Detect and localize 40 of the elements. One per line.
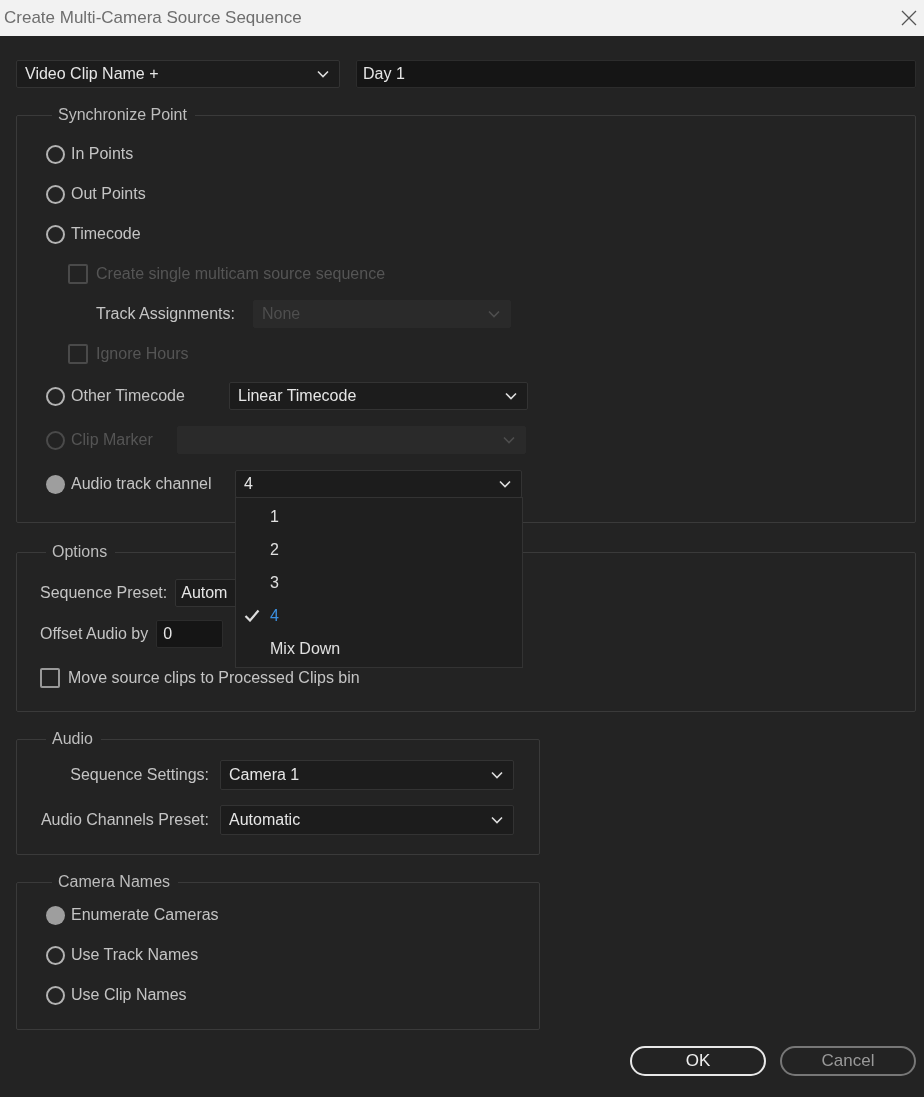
dropdown[interactable]: Camera 1	[220, 759, 514, 790]
chevron-down-icon	[491, 770, 503, 779]
radio-button[interactable]: Other Timecode	[46, 386, 229, 406]
ok-button[interactable]: OK	[630, 1046, 766, 1076]
field-label: Track Assignments:	[96, 305, 235, 323]
input-field[interactable]: 0	[156, 620, 224, 648]
menu-item[interactable]: 1	[236, 500, 522, 533]
cancel-button[interactable]: Cancel	[780, 1046, 916, 1076]
chevron-down-icon	[499, 480, 511, 488]
menu-item[interactable]: 3	[236, 566, 522, 599]
dropdown[interactable]: Linear Timecode	[229, 382, 528, 410]
radio-button[interactable]: Use Clip Names	[46, 985, 187, 1005]
dropdown[interactable]: Video Clip Name +	[16, 60, 340, 88]
radio-button[interactable]: Out Points	[46, 184, 146, 204]
radio-button[interactable]: Audio track channel	[46, 474, 235, 494]
radio-button[interactable]: Use Track Names	[46, 945, 199, 965]
group-title: Audio	[51, 730, 94, 748]
menu-item[interactable]: Mix Down	[236, 632, 522, 665]
field-label: Audio Channels Preset:	[40, 810, 209, 829]
chevron-down-icon	[505, 392, 517, 400]
menu-item[interactable]: 4	[236, 599, 522, 632]
chevron-down-icon	[491, 815, 503, 824]
checkmark-icon	[244, 609, 260, 622]
group-title: Options	[51, 543, 109, 561]
window-title: Create Multi-Camera Source Sequence	[4, 8, 302, 28]
group-title: Camera Names	[57, 873, 172, 891]
menu-item[interactable]: 2	[236, 533, 522, 566]
field-label: Offset Audio by	[40, 625, 149, 643]
checkbox[interactable]: Move source clips to Processed Clips bin	[40, 668, 360, 688]
field-label: Sequence Preset:	[40, 584, 168, 602]
group-title: Synchronize Point	[57, 106, 188, 124]
chevron-down-icon	[317, 70, 329, 78]
radio-button[interactable]: Enumerate Cameras	[46, 905, 219, 925]
radio-button[interactable]: Timecode	[46, 224, 141, 244]
field-label: Sequence Settings:	[69, 765, 209, 784]
chevron-down-icon	[488, 310, 500, 318]
chevron-down-icon	[503, 436, 515, 444]
input-field[interactable]: Day 1	[356, 60, 916, 88]
dropdown[interactable]: Automatic	[220, 804, 514, 835]
radio-button[interactable]: In Points	[46, 144, 134, 164]
